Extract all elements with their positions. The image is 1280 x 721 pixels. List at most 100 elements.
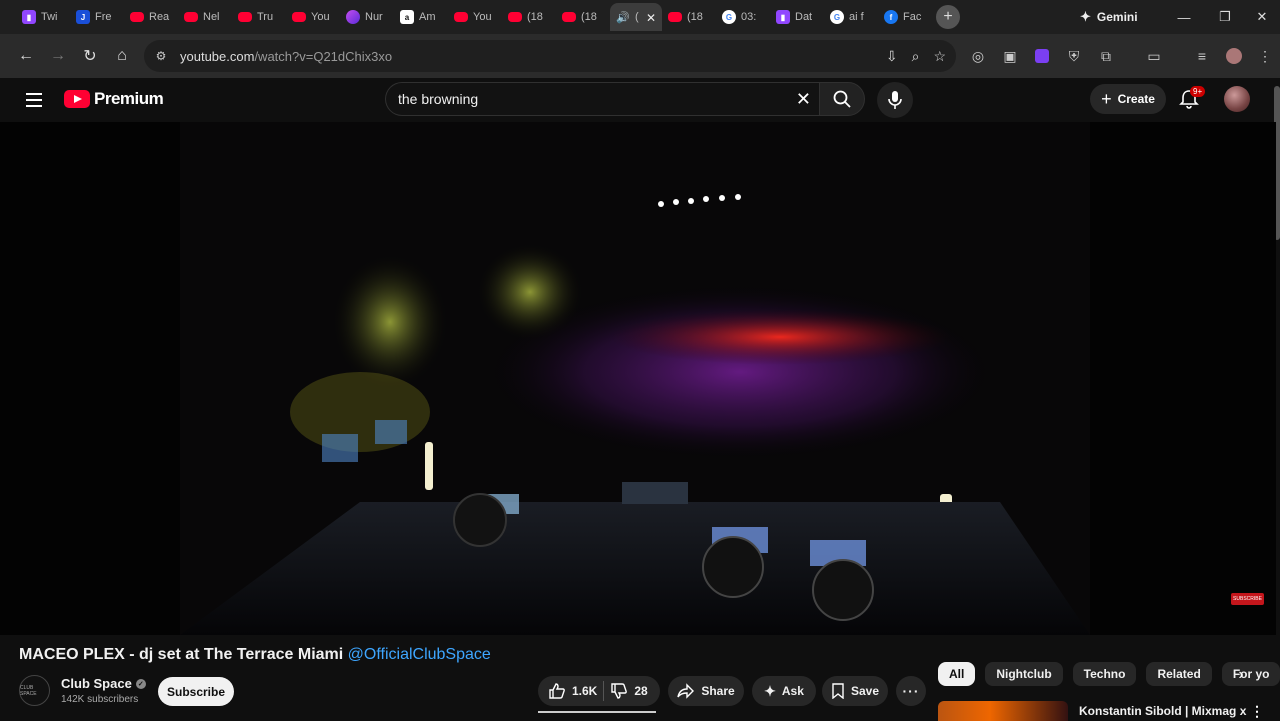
more-actions-button[interactable]: ··· xyxy=(896,676,926,706)
subscriber-count: 142K subscribers xyxy=(61,694,139,705)
share-icon xyxy=(677,683,695,699)
channel-avatar[interactable]: CLUB SPACE xyxy=(19,675,50,706)
browser-menu-icon[interactable]: ⋮ xyxy=(1250,34,1280,78)
browser-tab[interactable]: ▮ Dat xyxy=(770,3,824,31)
browser-tab[interactable]: Gai f xyxy=(824,3,878,31)
browser-tab[interactable]: (18 xyxy=(662,3,716,31)
extensions-puzzle-icon[interactable]: ⧉ xyxy=(1090,34,1122,78)
youtube-icon xyxy=(508,12,522,22)
sparkle-icon: ✦ xyxy=(764,682,776,699)
twitch-icon: ▮ xyxy=(22,10,36,24)
related-filter-chips: All Nightclub Techno Related For yo xyxy=(938,662,1280,686)
extension-shield-icon[interactable]: ⛨ xyxy=(1058,34,1090,78)
filter-chip[interactable]: Related xyxy=(1146,662,1212,686)
clear-search-icon[interactable]: ✕ xyxy=(796,89,811,110)
youtube-icon xyxy=(130,12,144,22)
chevron-right-icon[interactable]: › xyxy=(1230,664,1252,686)
browser-tab[interactable]: Tru xyxy=(232,3,286,31)
channel-name[interactable]: Club Space ✓ xyxy=(61,676,146,691)
ask-button[interactable]: ✦ Ask xyxy=(752,676,816,706)
thumbs-up-icon xyxy=(549,683,565,699)
extension-glasses-icon[interactable]: ◎ xyxy=(962,34,994,78)
back-button[interactable]: ← xyxy=(10,40,42,72)
restore-button[interactable]: ❐ xyxy=(1203,0,1247,34)
video-frame-club-scene xyxy=(0,122,1276,635)
notification-badge: 9+ xyxy=(1190,86,1206,97)
search-button[interactable] xyxy=(819,82,865,116)
reload-button[interactable]: ↻ xyxy=(74,40,106,72)
subscribe-watermark[interactable]: SUBSCRIBE xyxy=(1231,593,1264,605)
search-box: ✕ xyxy=(385,82,821,116)
browser-tabstrip: ▮ Twi J Fre Rea Nel Tru You Nur a Am You (18 (18 🔊 (✕ (1… xyxy=(0,0,1280,34)
browser-tab[interactable]: ▮ Twi xyxy=(16,3,70,31)
channel-handle-link[interactable]: @OfficialClubSpace xyxy=(348,646,491,663)
browser-tab[interactable]: You xyxy=(286,3,340,31)
install-app-icon[interactable]: ⇩ xyxy=(886,48,898,65)
notifications-button[interactable]: 9+ xyxy=(1178,86,1206,112)
address-bar[interactable]: ⚙ youtube.com/watch?v=Q21dChix3xo ⇩ ⌕ ☆ xyxy=(144,40,956,72)
gemini-button[interactable]: ✦ Gemini xyxy=(1080,5,1138,29)
home-button[interactable]: ⌂ xyxy=(106,40,138,72)
tab-label: (18 xyxy=(527,11,543,23)
youtube-icon xyxy=(184,12,198,22)
url-text[interactable]: youtube.com/watch?v=Q21dChix3xo xyxy=(180,49,392,64)
thumbs-down-icon xyxy=(611,683,628,699)
google-icon: G xyxy=(722,10,736,24)
profile-avatar[interactable] xyxy=(1218,34,1250,78)
j-icon: J xyxy=(76,10,90,24)
related-video-thumbnail[interactable] xyxy=(938,701,1068,721)
reading-list-icon[interactable]: ≡ xyxy=(1186,34,1218,78)
video-player[interactable]: SUBSCRIBE xyxy=(0,122,1276,635)
facebook-icon: f xyxy=(884,10,898,24)
browser-toolbar: ← → ↻ ⌂ ⚙ youtube.com/watch?v=Q21dChix3x… xyxy=(0,34,1280,78)
site-info-icon[interactable]: ⚙ xyxy=(146,49,176,63)
browser-tab[interactable]: Rea xyxy=(124,3,178,31)
extension-robot-icon[interactable]: ▣ xyxy=(994,34,1026,78)
create-button[interactable]: + Create xyxy=(1090,84,1166,114)
youtube-icon xyxy=(454,12,468,22)
browser-tab[interactable]: (18 xyxy=(502,3,556,31)
browser-tab[interactable]: Nur xyxy=(340,3,394,31)
filter-chip[interactable]: Techno xyxy=(1072,662,1137,686)
video-title: MACEO PLEX - dj set at The Terrace Miami… xyxy=(19,646,491,663)
browser-tab[interactable]: You xyxy=(448,3,502,31)
google-icon: G xyxy=(830,10,844,24)
close-tab-icon[interactable]: ✕ xyxy=(646,11,656,25)
youtube-icon xyxy=(292,12,306,22)
split-view-icon[interactable]: ▭ xyxy=(1138,34,1170,78)
nu-icon xyxy=(346,10,360,24)
amazon-icon: a xyxy=(400,10,414,24)
browser-tab[interactable]: a Am xyxy=(394,3,448,31)
browser-tab[interactable]: J Fre xyxy=(70,3,124,31)
related-video-title[interactable]: Konstantin Sibold | Mixmag x xyxy=(1079,704,1246,718)
search-input[interactable] xyxy=(398,91,778,107)
extension-purple-icon[interactable] xyxy=(1026,34,1058,78)
youtube-premium-logo[interactable]: Premium xyxy=(64,89,164,109)
minimize-button[interactable]: — xyxy=(1162,0,1206,34)
share-button[interactable]: Share xyxy=(668,676,744,706)
bookmark-star-icon[interactable]: ☆ xyxy=(933,48,946,65)
tab-list: ▮ Twi J Fre Rea Nel Tru You Nur a Am You (18 (18 🔊 (✕ (1… xyxy=(0,0,932,34)
account-avatar[interactable] xyxy=(1224,86,1250,112)
browser-tab[interactable]: 🔊 (✕ xyxy=(610,3,662,31)
filter-chip[interactable]: All xyxy=(938,662,976,686)
youtube-icon xyxy=(668,12,682,22)
like-button[interactable]: 1.6K xyxy=(538,676,597,706)
forward-button[interactable]: → xyxy=(42,40,74,72)
browser-tab[interactable]: f Fac xyxy=(878,3,932,31)
new-tab-button[interactable]: + xyxy=(936,5,960,29)
subscribe-button[interactable]: Subscribe xyxy=(158,677,234,706)
save-button[interactable]: Save xyxy=(822,676,888,706)
close-window-button[interactable]: ✕ xyxy=(1244,0,1280,34)
guide-menu-icon[interactable] xyxy=(22,88,46,112)
browser-tab[interactable]: (18 xyxy=(556,3,610,31)
browser-tab[interactable]: Nel xyxy=(178,3,232,31)
zoom-icon[interactable]: ⌕ xyxy=(912,48,920,65)
tab-label: ai f xyxy=(849,11,864,23)
dislike-button[interactable]: 28 xyxy=(610,676,648,706)
voice-search-button[interactable] xyxy=(877,82,913,118)
related-video-menu-icon[interactable]: ⋮ xyxy=(1250,703,1264,720)
filter-chip[interactable]: Nightclub xyxy=(985,662,1063,686)
like-dislike-bar: 1.6K 28 xyxy=(538,676,660,706)
browser-tab[interactable]: G 03: xyxy=(716,3,770,31)
